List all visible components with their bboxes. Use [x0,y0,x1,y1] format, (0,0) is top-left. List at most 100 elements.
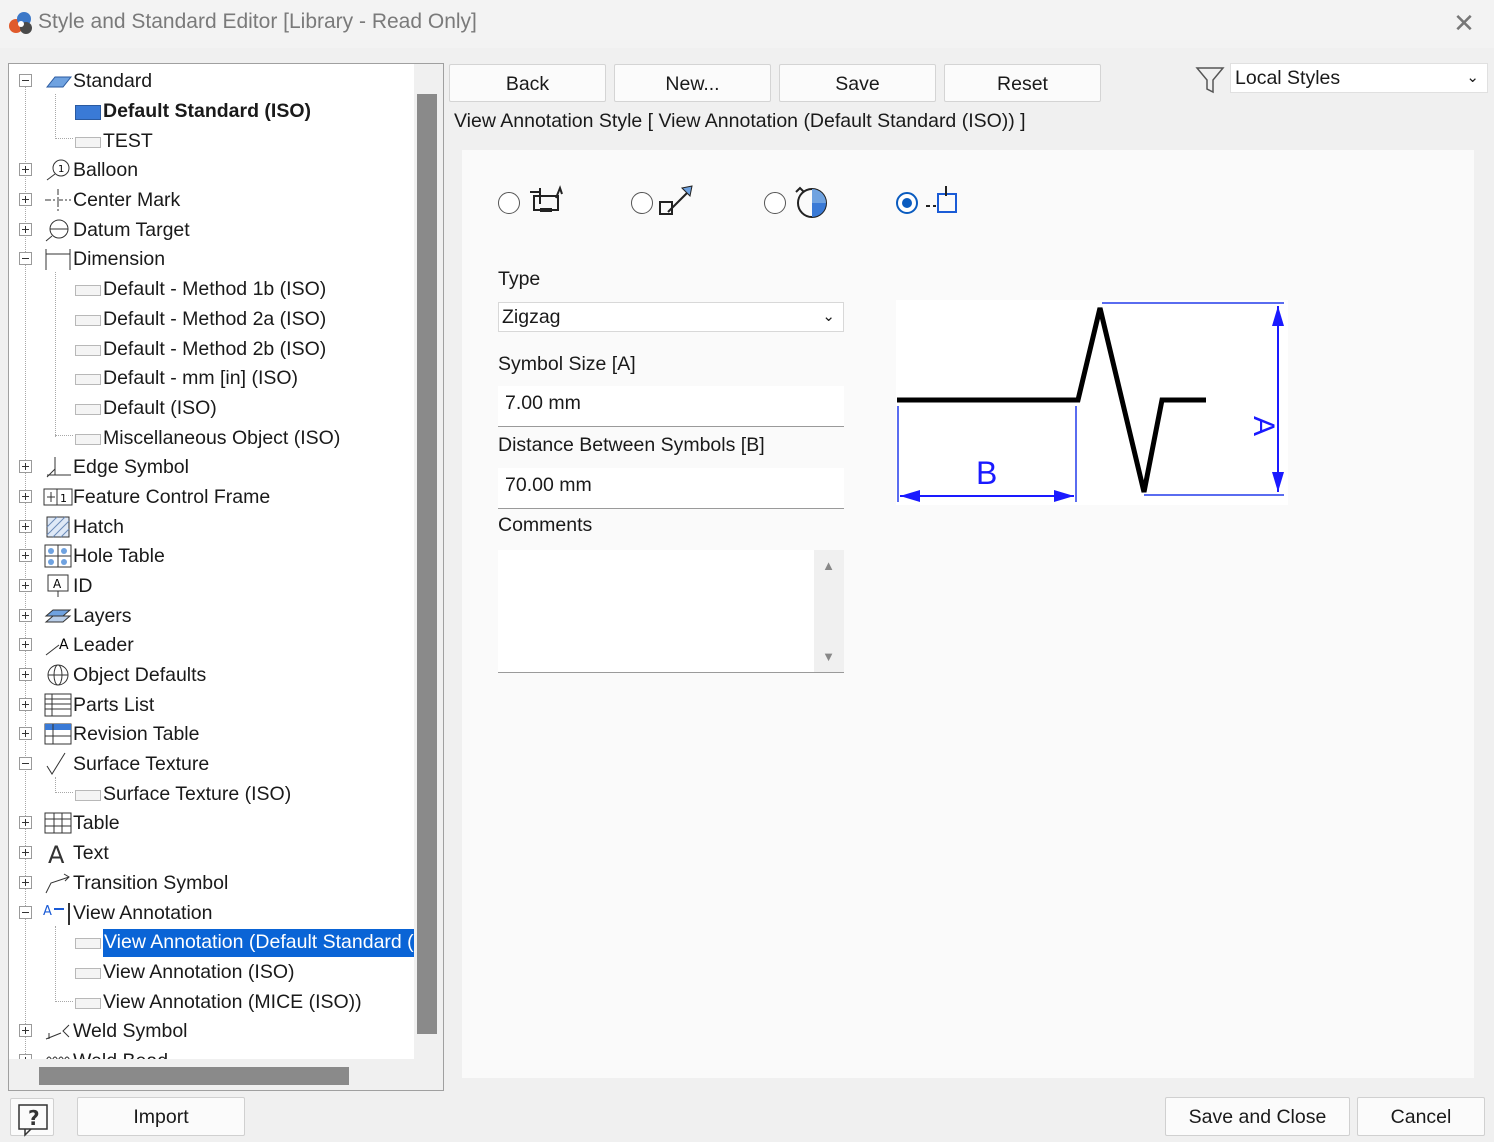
tree-item-surface-texture[interactable]: Surface Texture [9,749,414,778]
tree-item-dim-misc[interactable]: Miscellaneous Object (ISO) [9,423,414,452]
expand-icon[interactable] [19,520,32,533]
save-button[interactable]: Save [779,64,936,102]
tree-item-dimension[interactable]: Dimension [9,244,414,273]
symbol-size-input[interactable]: 7.00 mm [498,386,844,427]
tree-item-parts-list[interactable]: Parts List [9,690,414,719]
collapse-icon[interactable] [19,906,32,919]
tree-item-id[interactable]: A ID [9,571,414,600]
expand-icon[interactable] [19,638,32,651]
dimension-b-label: B [976,455,997,491]
datum-target-icon [45,219,69,242]
id-icon: A [47,574,69,597]
tree-item-datum-target[interactable]: Datum Target [9,215,414,244]
expand-icon[interactable] [19,876,32,889]
parts-list-icon [44,693,72,717]
import-button[interactable]: Import [77,1097,245,1136]
tree-item-view-annotation[interactable]: A View Annotation [9,898,414,927]
style-icon [75,404,101,415]
expand-icon[interactable] [19,460,32,473]
reset-button[interactable]: Reset [944,64,1101,102]
tree-item-table[interactable]: Table [9,808,414,837]
expand-icon[interactable] [19,223,32,236]
collapse-icon[interactable] [19,252,32,265]
tree-vertical-scroll-thumb[interactable] [417,94,437,1034]
style-icon [75,434,101,445]
tree-item-view-annotation-iso[interactable]: View Annotation (ISO) [9,957,414,986]
tree-item-surface-texture-iso[interactable]: Surface Texture (ISO) [9,779,414,808]
comments-textarea[interactable]: ▲ ▼ [498,550,844,673]
tree-item-view-annotation-mice[interactable]: View Annotation (MICE (ISO)) [9,987,414,1016]
tree-item-weld-bead[interactable]: Weld Bead [9,1046,414,1059]
style-tree-panel[interactable]: Standard Default Standard (ISO) TEST 1 B… [8,63,444,1091]
balloon-icon: 1 [46,159,70,181]
save-and-close-button[interactable]: Save and Close [1165,1097,1350,1136]
tree-item-layers[interactable]: Layers [9,601,414,630]
tree-item-dim-mm[interactable]: Default - mm [in] (ISO) [9,363,414,392]
expand-icon[interactable] [19,816,32,829]
tree-item-dim-1b[interactable]: Default - Method 1b (ISO) [9,274,414,303]
tree-item-default-standard[interactable]: Default Standard (ISO) [9,96,414,125]
expand-icon[interactable] [19,579,32,592]
tree-item-center-mark[interactable]: Center Mark [9,185,414,214]
style-filter-dropdown[interactable]: Local Styles ⌄ [1230,63,1488,93]
tree-item-dim-2a[interactable]: Default - Method 2a (ISO) [9,304,414,333]
style-icon [75,285,101,296]
view-identifier-radio[interactable] [498,192,520,214]
tree-item-transition-symbol[interactable]: Transition Symbol [9,868,414,897]
collapse-icon[interactable] [19,74,32,87]
style-icon [75,137,101,148]
distance-between-symbols-input[interactable]: 70.00 mm [498,468,844,509]
tree-item-standard[interactable]: Standard [9,66,414,95]
expand-icon[interactable] [19,1024,32,1037]
chevron-down-icon: ⌄ [822,308,835,325]
scroll-down-icon[interactable]: ▼ [822,649,835,664]
expand-icon[interactable] [19,490,32,503]
svg-text:A: A [43,904,52,919]
help-button[interactable]: ? [10,1098,54,1137]
tree-item-weld-symbol[interactable]: Weld Symbol [9,1016,414,1045]
expand-icon[interactable] [19,846,32,859]
expand-icon[interactable] [19,727,32,740]
tree-item-text[interactable]: A Text [9,838,414,867]
feature-control-frame-icon: 1 [43,488,73,506]
tree-item-leader[interactable]: A Leader [9,630,414,659]
text-icon: A [48,841,65,865]
tree-item-edge-symbol[interactable]: Edge Symbol [9,452,414,481]
detail-view-radio[interactable] [764,192,786,214]
expand-icon[interactable] [19,163,32,176]
collapse-icon[interactable] [19,757,32,770]
tree-horizontal-scroll-thumb[interactable] [39,1067,349,1085]
style-tree[interactable]: Standard Default Standard (ISO) TEST 1 B… [9,64,414,1059]
expand-icon[interactable] [19,698,32,711]
svg-text:1: 1 [60,492,67,505]
tree-item-dim-iso[interactable]: Default (ISO) [9,393,414,422]
comments-label: Comments [498,514,593,536]
tree-item-object-defaults[interactable]: Object Defaults [9,660,414,689]
back-button[interactable]: Back [449,64,606,102]
expand-icon[interactable] [19,609,32,622]
cancel-button[interactable]: Cancel [1357,1097,1485,1136]
tree-item-dim-2b[interactable]: Default - Method 2b (ISO) [9,334,414,363]
tree-item-revision-table[interactable]: Revision Table [9,719,414,748]
style-icon [75,790,101,801]
type-dropdown[interactable]: Zigzag ⌄ [498,302,844,332]
type-label: Type [498,268,541,290]
expand-icon[interactable] [19,549,32,562]
tree-item-hatch[interactable]: Hatch [9,512,414,541]
tree-item-feature-control-frame[interactable]: 1 Feature Control Frame [9,482,414,511]
tree-item-hole-table[interactable]: Hole Table [9,541,414,570]
help-icon: ? [18,1104,48,1137]
tree-item-test[interactable]: TEST [9,126,414,155]
tree-item-view-annotation-default[interactable]: View Annotation (Default Standard (I [9,927,414,957]
close-icon[interactable]: ✕ [1448,8,1480,40]
revision-table-icon [44,723,72,745]
scroll-up-icon[interactable]: ▲ [822,558,835,573]
break-out-radio[interactable] [896,192,918,214]
comments-scrollbar[interactable]: ▲ ▼ [814,550,844,672]
expand-icon[interactable] [19,193,32,206]
section-view-radio[interactable] [631,192,653,214]
tree-item-balloon[interactable]: 1 Balloon [9,155,414,184]
new-button[interactable]: New... [614,64,771,102]
svg-text:A: A [59,637,69,653]
expand-icon[interactable] [19,668,32,681]
